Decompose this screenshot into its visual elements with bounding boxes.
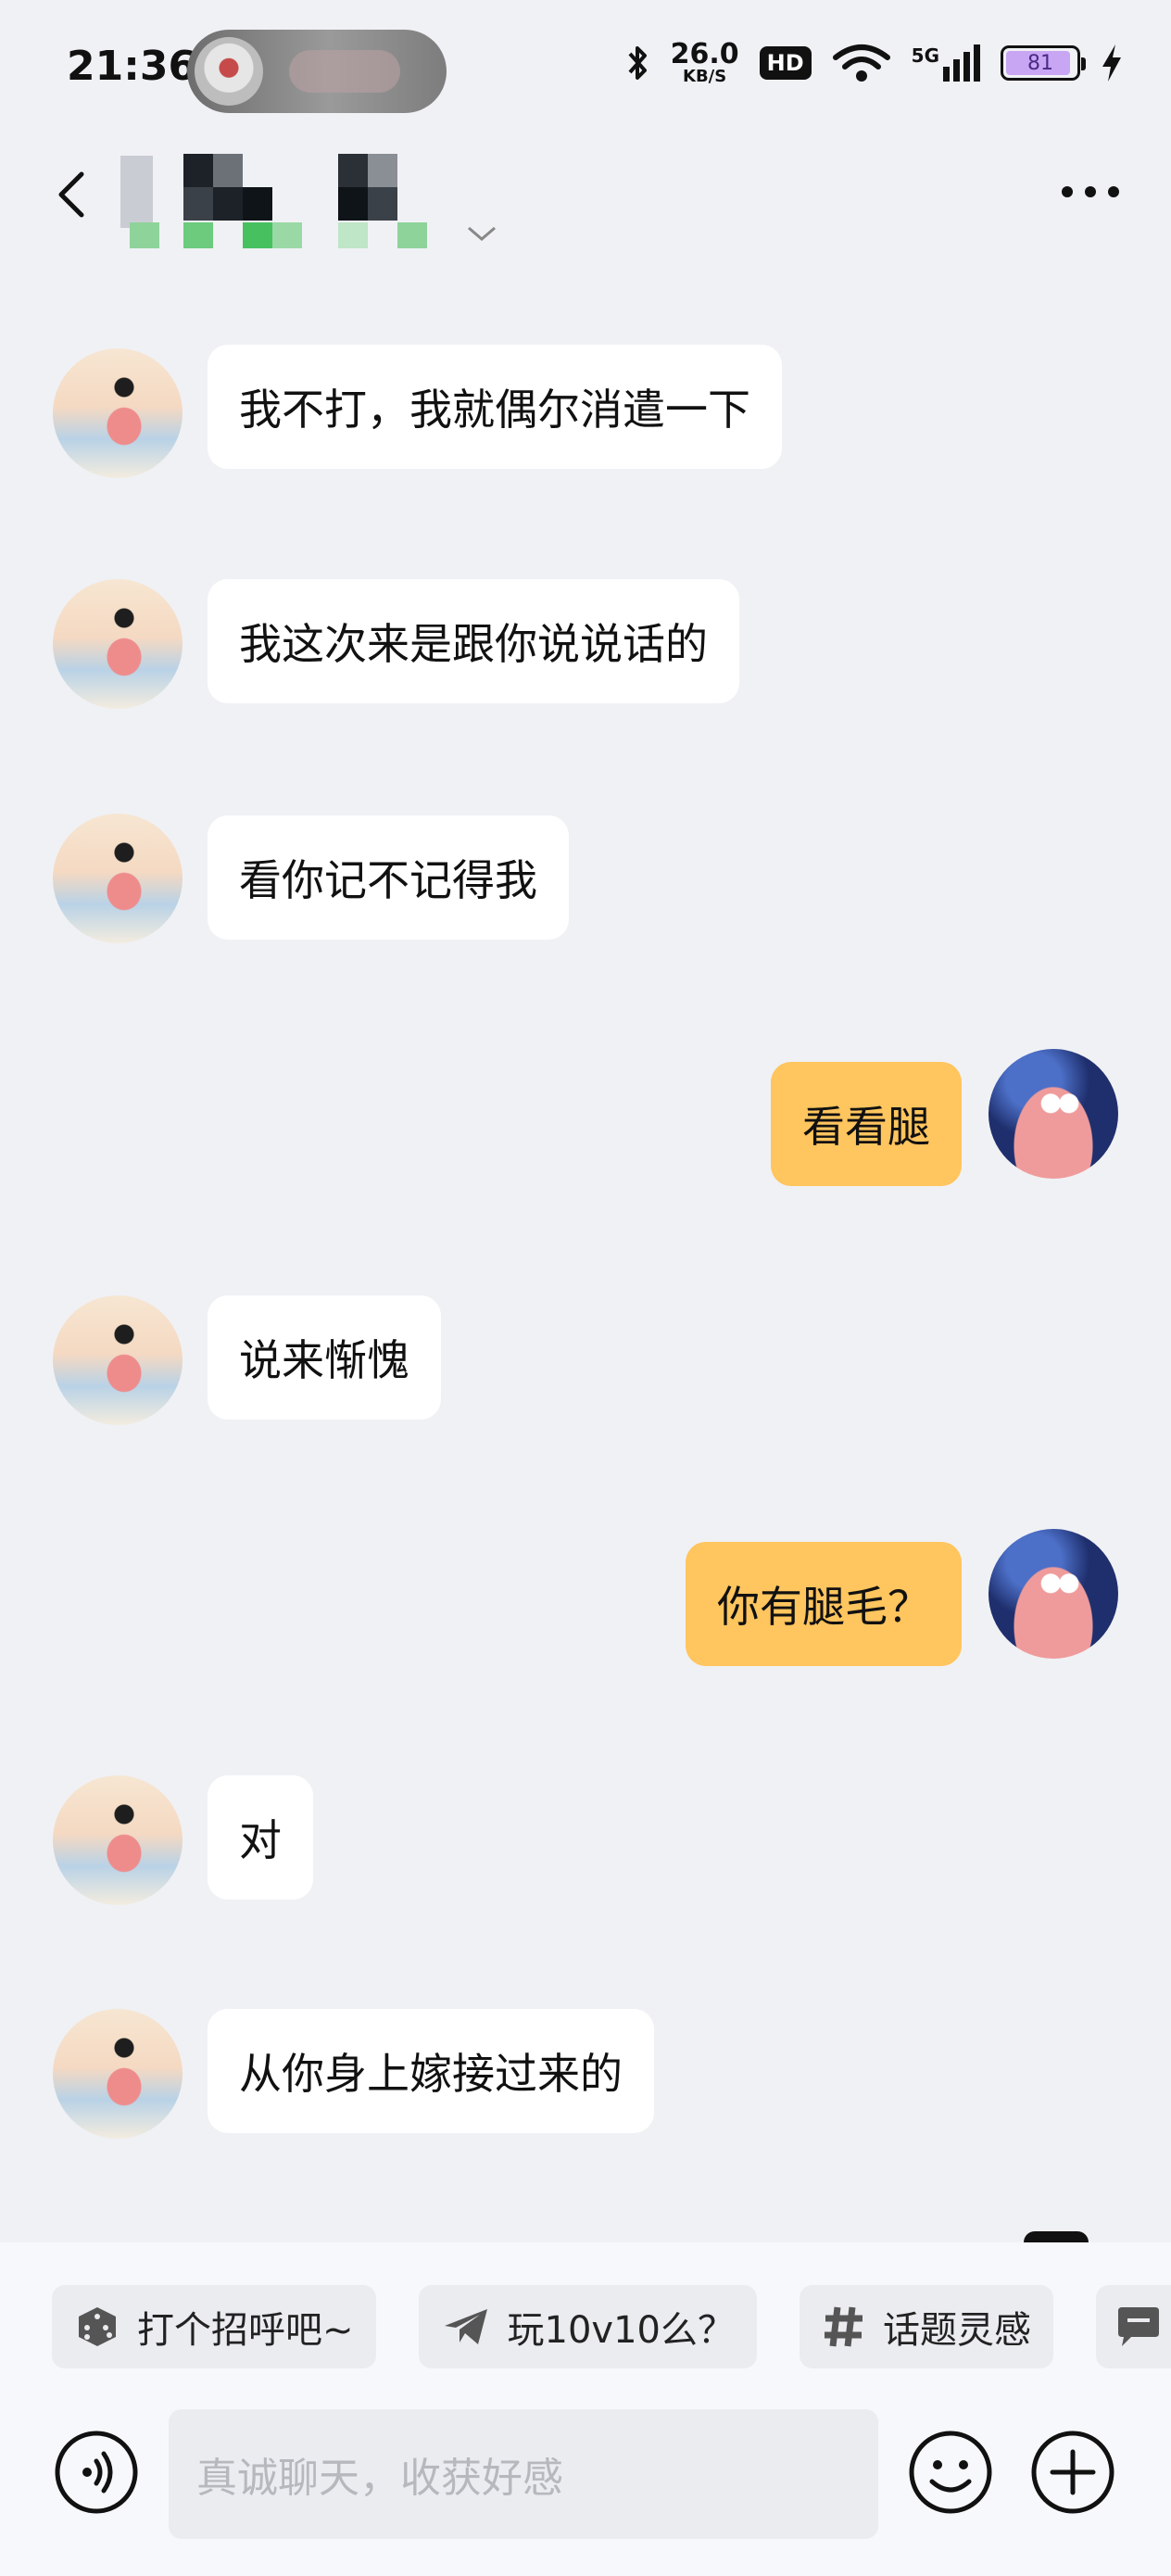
message-list[interactable]: 我不打，我就偶尔消遣一下 我这次来是跟你说说话的 看你记不记得我 看看腿 说来惭…: [0, 278, 1171, 2242]
signal-bars-icon: [943, 44, 980, 82]
quick-reply-chip[interactable]: 打个招呼吧~: [52, 2285, 376, 2368]
contact-avatar[interactable]: [53, 1775, 183, 1905]
chevron-down-icon[interactable]: [465, 222, 498, 245]
contact-name-pixelated[interactable]: [120, 146, 496, 258]
contact-avatar[interactable]: [53, 579, 183, 709]
user-avatar[interactable]: [988, 1529, 1118, 1659]
chevron-left-icon[interactable]: [46, 167, 102, 222]
island-blurred-content: [289, 50, 400, 93]
paper-plane-icon: [444, 2309, 487, 2344]
charging-icon: [1102, 44, 1121, 82]
quick-reply-label: 打个招呼吧~: [137, 2309, 354, 2352]
message-bubble-incoming[interactable]: 说来惭愧: [208, 1295, 441, 1420]
dynamic-island[interactable]: [187, 30, 447, 113]
quick-reply-chip[interactable]: 话题灵感: [799, 2285, 1053, 2368]
battery-indicator: 81: [1001, 45, 1086, 81]
quick-reply-chip[interactable]: 玩10v10么？: [418, 2285, 757, 2368]
message-bubble-outgoing[interactable]: 你有腿毛？: [686, 1542, 962, 1666]
composer-row: 真诚聊天，收获好感: [0, 2409, 1171, 2539]
wifi-icon: [832, 44, 890, 82]
message-input[interactable]: 真诚聊天，收获好感: [169, 2409, 878, 2539]
status-icons: 26.0 KB/S HD 5G 81: [626, 41, 1123, 85]
user-avatar[interactable]: [988, 1049, 1118, 1179]
battery-level: 81: [1027, 51, 1053, 75]
quick-reply-chip[interactable]: [1095, 2285, 1171, 2368]
cell-signal: 5G: [912, 44, 980, 82]
hd-badge: HD: [759, 46, 812, 80]
contact-avatar[interactable]: [53, 2009, 183, 2139]
quick-reply-label: 话题灵感: [882, 2309, 1031, 2352]
network-speed-value: 26.0: [670, 38, 739, 70]
island-avatar: [195, 37, 263, 106]
scroll-indicator: [1024, 2231, 1089, 2242]
status-bar: 21:36 26.0 KB/S HD 5G 81: [0, 0, 1171, 139]
quick-reply-bar[interactable]: 打个招呼吧~ 玩10v10么？ 话题灵感: [52, 2285, 1171, 2368]
contact-avatar[interactable]: [53, 348, 183, 478]
chat-bubble-icon: [1117, 2307, 1159, 2346]
message-bubble-incoming[interactable]: 我不打，我就偶尔消遣一下: [208, 345, 782, 469]
contact-avatar[interactable]: [53, 1295, 183, 1425]
composer-panel: 打个招呼吧~ 玩10v10么？ 话题灵感 真诚聊天，收获好感: [0, 2231, 1171, 2576]
network-speed: 26.0 KB/S: [671, 41, 739, 85]
network-speed-unit: KB/S: [683, 67, 727, 86]
hashtag-icon: [824, 2306, 863, 2347]
message-bubble-outgoing[interactable]: 看看腿: [771, 1062, 962, 1186]
message-bubble-incoming[interactable]: 我这次来是跟你说说话的: [208, 579, 739, 703]
quick-reply-label: 玩10v10么？: [507, 2309, 735, 2352]
signal-label: 5G: [911, 44, 939, 67]
emoji-icon[interactable]: [908, 2430, 993, 2515]
status-time: 21:36: [67, 43, 197, 90]
bluetooth-icon: [628, 46, 647, 80]
message-bubble-incoming[interactable]: 从你身上嫁接过来的: [208, 2009, 654, 2133]
plus-icon[interactable]: [1030, 2430, 1115, 2515]
chat-header: [0, 139, 1171, 259]
more-horizontal-icon[interactable]: [1058, 178, 1123, 206]
dice-icon: [79, 2307, 116, 2346]
message-bubble-incoming[interactable]: 对: [208, 1775, 313, 1900]
message-bubble-incoming[interactable]: 看你记不记得我: [208, 815, 569, 940]
voice-icon[interactable]: [54, 2430, 139, 2515]
contact-avatar[interactable]: [53, 814, 183, 943]
